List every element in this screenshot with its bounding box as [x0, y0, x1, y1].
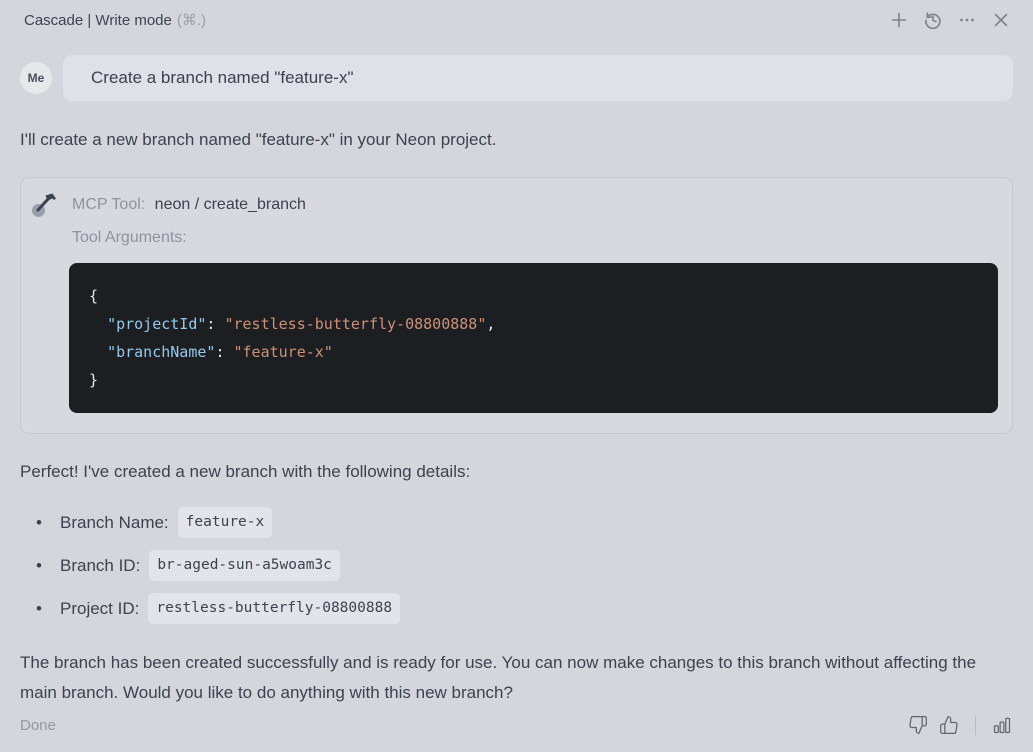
- bullet-dot: •: [36, 512, 42, 532]
- project-id-value: restless-butterfly-08800888: [148, 593, 401, 624]
- json-value-projectid: "restless-butterfly-08800888": [224, 315, 487, 333]
- code-line: "branchName": "feature-x": [107, 343, 333, 361]
- feedback-actions: [907, 714, 1013, 736]
- json-value-branchname: "feature-x": [233, 343, 333, 361]
- code-line: "projectId": "restless-butterfly-0880088…: [107, 315, 496, 333]
- status-text: Done: [20, 716, 56, 734]
- window-header: Cascade | Write mode (⌘.): [0, 0, 1033, 40]
- code-line: }: [89, 371, 99, 389]
- stats-chart-icon[interactable]: [991, 714, 1013, 736]
- mcp-tool-header: MCP Tool: neon / create_branch: [31, 191, 998, 219]
- list-item: • Branch Name: feature-x: [20, 507, 1013, 538]
- bullet-dot: •: [36, 555, 42, 575]
- thumbs-up-icon[interactable]: [938, 714, 960, 736]
- json-key-projectid: "projectId": [107, 315, 207, 333]
- result-intro-text: Perfect! I've created a new branch with …: [20, 462, 471, 481]
- avatar: Me: [20, 62, 52, 94]
- branch-name-value: feature-x: [177, 507, 273, 538]
- history-icon[interactable]: [923, 10, 943, 30]
- mcp-tool-label-wrap: MCP Tool: neon / create_branch: [72, 196, 306, 214]
- list-item: • Project ID: restless-butterfly-0880088…: [20, 593, 1013, 624]
- more-options-icon[interactable]: [957, 10, 977, 30]
- tool-arguments-label: Tool Arguments:: [72, 229, 187, 246]
- mcp-tool-card: MCP Tool: neon / create_branch Tool Argu…: [20, 177, 1013, 434]
- conversation: Me Create a branch named "feature-x" I'l…: [0, 40, 1033, 714]
- detail-label: Branch Name:: [60, 512, 169, 532]
- user-message-bubble[interactable]: Create a branch named "feature-x": [63, 55, 1013, 101]
- assistant-closing-text: The branch has been created successfully…: [20, 653, 977, 702]
- list-item: • Branch ID: br-aged-sun-a5woam3c: [20, 550, 1013, 581]
- header-actions: [889, 10, 1011, 30]
- user-message-row: Me Create a branch named "feature-x": [20, 55, 1013, 101]
- detail-label: Branch ID:: [60, 555, 141, 575]
- window-title: Cascade | Write mode: [24, 11, 172, 29]
- bullet-dot: •: [36, 598, 42, 618]
- footer-divider: [975, 715, 976, 735]
- close-icon[interactable]: [991, 10, 1011, 30]
- thumbs-down-icon[interactable]: [907, 714, 929, 736]
- code-line: {: [89, 287, 99, 305]
- hammer-icon: [31, 191, 59, 219]
- branch-id-value: br-aged-sun-a5woam3c: [149, 550, 340, 581]
- tool-arguments-code-block[interactable]: { "projectId": "restless-butterfly-08800…: [69, 263, 998, 413]
- window-title-shortcut: (⌘.): [176, 12, 207, 29]
- json-key-branchname: "branchName": [107, 343, 216, 361]
- new-conversation-icon[interactable]: [889, 10, 909, 30]
- assistant-intro-text: I'll create a new branch named "feature-…: [20, 130, 497, 149]
- mcp-tool-label: MCP Tool:: [72, 196, 146, 213]
- status-bar: Done: [0, 714, 1033, 752]
- branch-details-list: • Branch Name: feature-x • Branch ID: br…: [20, 507, 1013, 624]
- detail-label: Project ID:: [60, 598, 140, 618]
- mcp-tool-name: neon / create_branch: [154, 196, 306, 213]
